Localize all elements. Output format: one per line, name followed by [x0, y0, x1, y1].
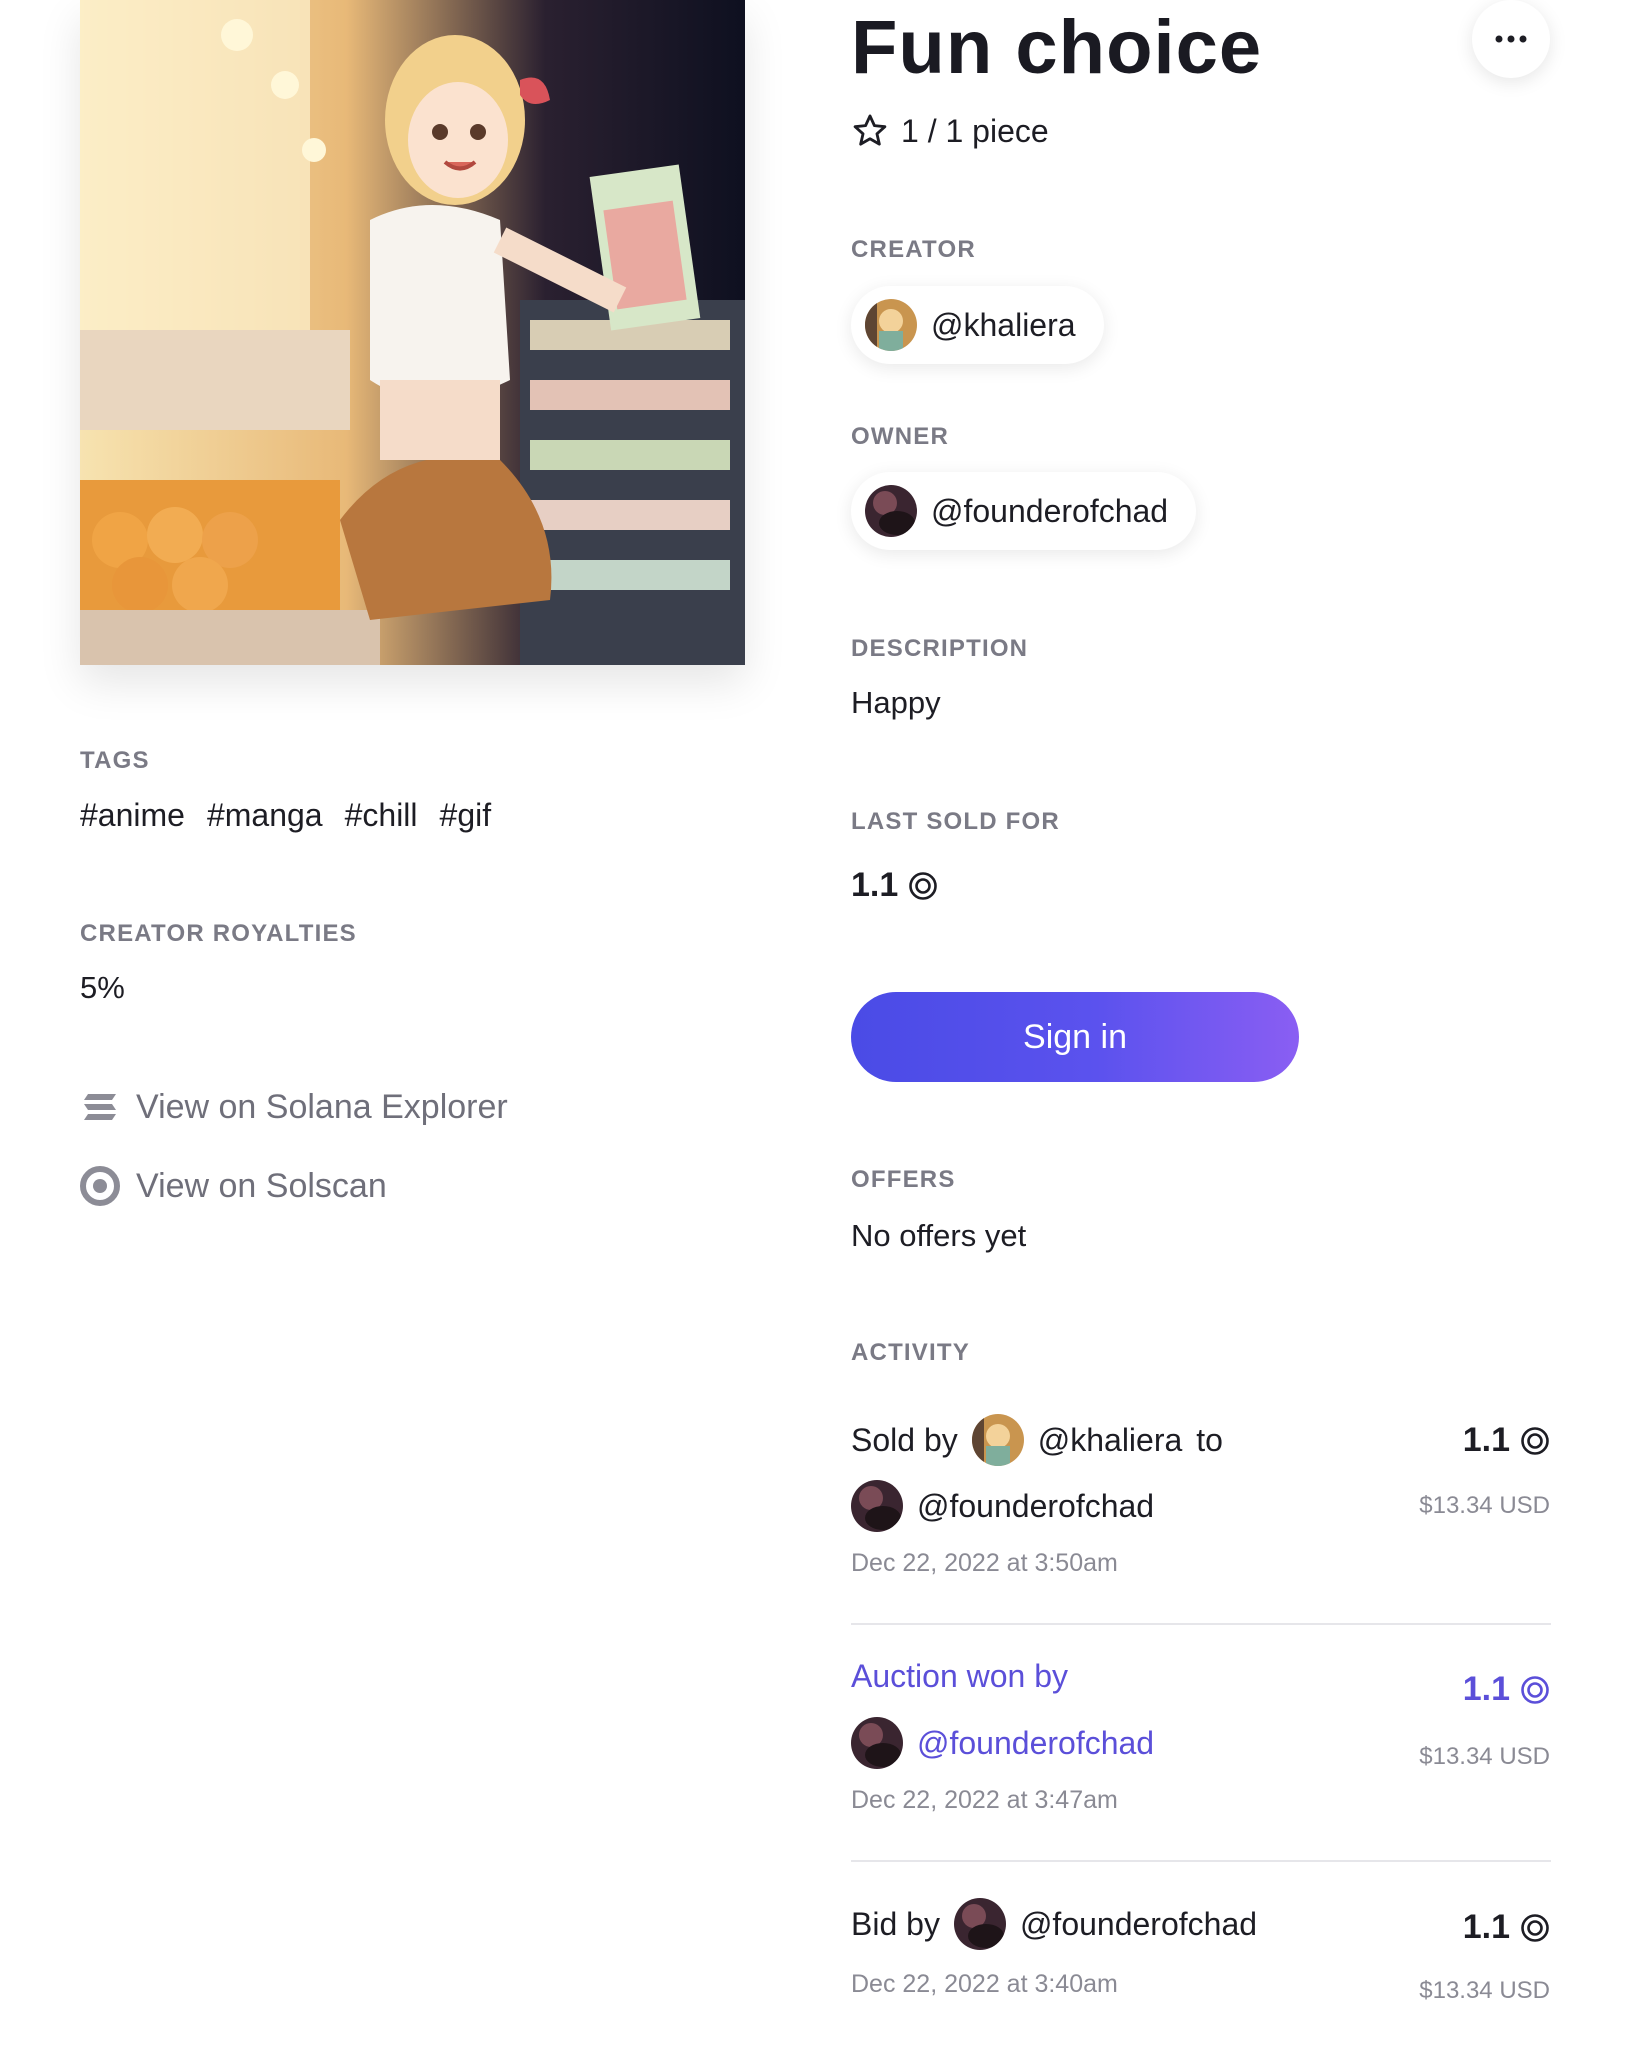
creator-label: CREATOR — [851, 236, 976, 263]
owner-chip[interactable]: @founderofchad — [851, 472, 1197, 550]
activity-item-line: Bid by @founderofchad — [851, 1898, 1257, 1950]
avatar[interactable] — [851, 1717, 903, 1769]
avatar[interactable] — [953, 1898, 1006, 1950]
activity-item-line: Auction won by — [851, 1658, 1068, 1695]
solana-coin-icon — [909, 871, 938, 900]
activity-user-link[interactable]: @founderofchad — [917, 1725, 1154, 1762]
activity-divider — [851, 1860, 1551, 1862]
solscan-link[interactable]: View on Solscan — [80, 1166, 387, 1206]
last-sold-label: LAST SOLD FOR — [851, 808, 1060, 835]
avatar[interactable] — [851, 1480, 903, 1532]
avatar — [865, 299, 917, 351]
activity-price: 1.1 — [1463, 1908, 1550, 1947]
activity-user-link[interactable]: @founderofchad — [1020, 1906, 1257, 1943]
activity-price-value: 1.1 — [1462, 1908, 1510, 1946]
activity-connector: to — [1196, 1421, 1223, 1458]
solscan-label: View on Solscan — [136, 1166, 387, 1205]
offers-label: OFFERS — [851, 1166, 956, 1193]
last-sold-price: 1.1 — [851, 866, 938, 905]
description-text: Happy — [851, 685, 941, 720]
tags-label: TAGS — [80, 747, 150, 774]
activity-date: Dec 22, 2022 at 3:47am — [851, 1786, 1118, 1814]
solana-coin-icon — [1521, 1426, 1549, 1455]
creator-chip[interactable]: @khaliera — [851, 286, 1104, 364]
activity-action: Sold by — [851, 1421, 958, 1458]
owner-label: OWNER — [851, 423, 949, 450]
activity-user-link[interactable]: @khaliera — [1038, 1422, 1183, 1459]
edition-text: 1 / 1 piece — [901, 112, 1049, 149]
avatar[interactable] — [971, 1414, 1024, 1466]
activity-price-value: 1.1 — [1462, 1670, 1510, 1708]
activity-label: ACTIVITY — [851, 1339, 970, 1366]
activity-item-line: @founderofchad — [851, 1717, 1154, 1769]
edition-info: 1 / 1 piece — [851, 112, 1049, 150]
activity-divider — [851, 1623, 1551, 1625]
activity-usd: $13.34 USD — [1419, 1977, 1550, 2004]
solana-coin-icon — [1521, 1675, 1549, 1704]
more-horizontal-icon — [1495, 35, 1527, 43]
activity-action: Bid by — [851, 1905, 940, 1942]
tag[interactable]: #chill — [345, 797, 418, 834]
avatar — [865, 485, 917, 537]
activity-user-link[interactable]: @founderofchad — [917, 1488, 1154, 1525]
tag-list: #anime #manga #chill #gif — [80, 797, 491, 834]
activity-price-value: 1.1 — [1462, 1421, 1510, 1459]
tag[interactable]: #gif — [440, 797, 492, 834]
royalties-label: CREATOR ROYALTIES — [80, 920, 357, 947]
activity-item-line: @founderofchad — [851, 1480, 1154, 1532]
solscan-logo-icon — [80, 1166, 120, 1206]
solana-coin-icon — [1521, 1913, 1549, 1942]
creator-username: @khaliera — [931, 306, 1076, 343]
activity-price: 1.1 — [1463, 1421, 1550, 1460]
activity-date: Dec 22, 2022 at 3:40am — [851, 1970, 1118, 1998]
last-sold-value: 1.1 — [851, 866, 899, 904]
offers-empty-text: No offers yet — [851, 1218, 1027, 1253]
solana-logo-icon — [80, 1087, 120, 1127]
anime-artwork-image — [80, 0, 745, 665]
activity-action: Auction won by — [851, 1658, 1069, 1694]
star-outline-icon — [853, 114, 887, 146]
nft-artwork[interactable] — [80, 0, 745, 665]
nft-title: Fun choice — [851, 5, 1263, 90]
more-options-button[interactable] — [1472, 0, 1550, 78]
tag[interactable]: #manga — [207, 797, 323, 834]
activity-usd: $13.34 USD — [1419, 1743, 1550, 1770]
activity-price: 1.1 — [1463, 1670, 1550, 1709]
solana-explorer-label: View on Solana Explorer — [136, 1087, 508, 1126]
activity-usd: $13.34 USD — [1419, 1492, 1550, 1519]
activity-item-line: Sold by @khaliera to — [851, 1414, 1223, 1466]
activity-date: Dec 22, 2022 at 3:50am — [851, 1549, 1118, 1577]
tag[interactable]: #anime — [80, 797, 185, 834]
sign-in-button[interactable]: Sign in — [851, 992, 1299, 1082]
owner-username: @founderofchad — [931, 492, 1169, 529]
description-label: DESCRIPTION — [851, 635, 1029, 662]
royalties-value: 5% — [80, 970, 125, 1005]
solana-explorer-link[interactable]: View on Solana Explorer — [80, 1087, 508, 1127]
